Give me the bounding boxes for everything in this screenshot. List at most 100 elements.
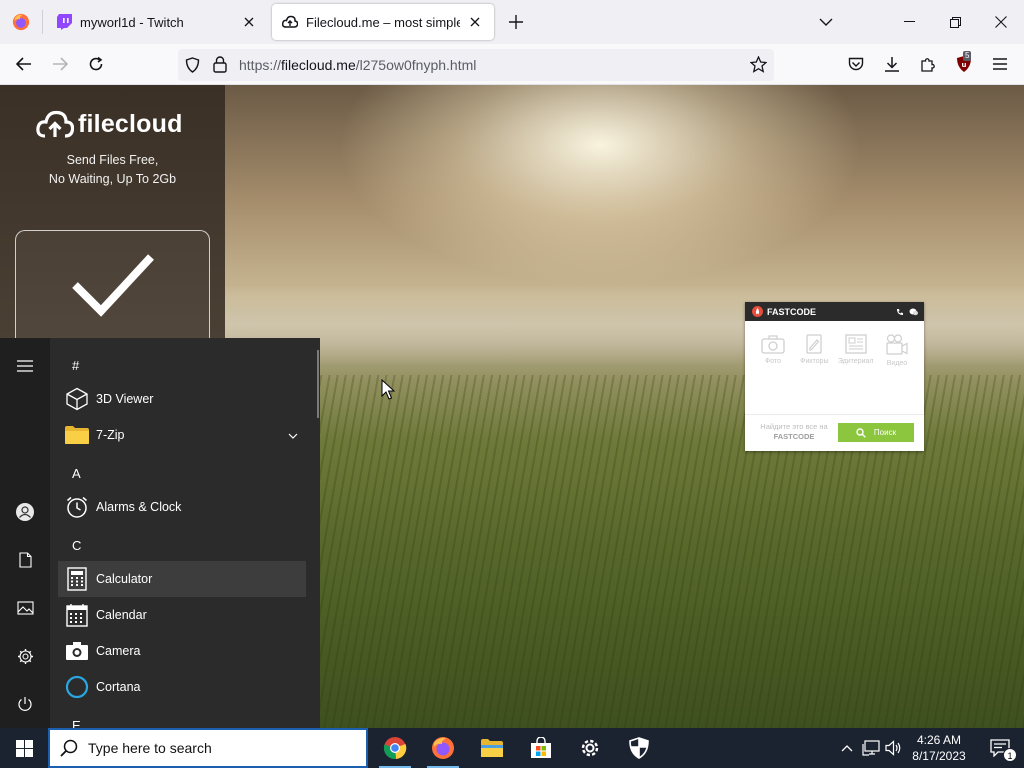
app-3d-viewer[interactable]: 3D Viewer: [58, 381, 306, 417]
tab-twitch[interactable]: myworl1d - Twitch: [46, 4, 268, 40]
network-button[interactable]: [861, 738, 881, 758]
taskbar: Type here to search 4:26 AM 8/17/2023 1: [0, 728, 1024, 768]
start-menu-scrollbar[interactable]: [317, 350, 319, 418]
minimize-button[interactable]: [886, 0, 932, 44]
url-text[interactable]: https://filecloud.me/l275ow0fnyph.html: [239, 57, 476, 73]
windows-logo-icon: [15, 739, 33, 757]
show-hidden-icons-button[interactable]: [837, 738, 857, 758]
taskbar-microsoft-store[interactable]: [517, 728, 565, 768]
start-menu-rail: [0, 338, 50, 728]
camera-icon: [761, 335, 785, 354]
ad-tile-label: Эдитериал: [837, 358, 874, 365]
list-all-tabs-button[interactable]: [812, 8, 840, 36]
store-icon: [531, 737, 551, 758]
bookmark-star-icon[interactable]: [749, 55, 768, 78]
extensions-button[interactable]: [914, 50, 942, 78]
fastcode-ad-widget[interactable]: FASTCODE Фото Фикторы Эдитериал Видео На…: [745, 302, 924, 451]
firefox-view-button[interactable]: [0, 0, 42, 44]
forward-button[interactable]: [46, 50, 74, 78]
restore-button[interactable]: [932, 0, 978, 44]
tracking-protection-shield-icon[interactable]: [185, 57, 200, 78]
tab-close-icon[interactable]: [466, 13, 484, 31]
tab-filecloud[interactable]: Filecloud.me – most simple file: [272, 4, 494, 40]
app-7-zip[interactable]: 7-Zip: [58, 417, 306, 453]
ad-find-text: Найдите это все на FASTCODE: [753, 422, 835, 442]
address-bar[interactable]: https://filecloud.me/l275ow0fnyph.html: [178, 49, 774, 81]
new-tab-button[interactable]: [502, 8, 530, 36]
ad-tile-video[interactable]: Видео: [879, 334, 915, 367]
pictures-button[interactable]: [0, 586, 50, 630]
chevron-up-icon: [841, 744, 853, 751]
network-icon: [862, 740, 880, 756]
taskbar-clock[interactable]: 4:26 AM 8/17/2023: [905, 732, 973, 764]
filecloud-logo[interactable]: filecloud: [36, 109, 183, 139]
app-label: Camera: [96, 644, 141, 658]
group-header[interactable]: E: [72, 718, 81, 728]
action-center-button[interactable]: 1: [976, 728, 1024, 768]
camera-icon: [58, 633, 96, 669]
browser-tabstrip: myworl1d - Twitch Filecloud.me – most si…: [0, 0, 1024, 44]
user-icon: [16, 503, 34, 521]
taskbar-settings[interactable]: [566, 728, 614, 768]
tab-separator: [42, 10, 43, 34]
mouse-pointer-icon: [381, 379, 395, 400]
ublock-extension-button[interactable]: u 5: [950, 50, 978, 78]
close-window-button[interactable]: [978, 0, 1024, 44]
ad-tile-photo[interactable]: Фото: [755, 334, 791, 367]
tab-close-icon[interactable]: [240, 13, 258, 31]
minimize-icon: [903, 21, 915, 22]
reload-button[interactable]: [82, 50, 110, 78]
back-button[interactable]: [10, 50, 38, 78]
filecloud-tagline: Send Files Free, No Waiting, Up To 2Gb: [0, 151, 225, 189]
puzzle-icon: [921, 58, 935, 72]
app-alarms-clock[interactable]: Alarms & Clock: [58, 489, 306, 525]
taskbar-firefox[interactable]: [419, 728, 467, 768]
pocket-button[interactable]: [842, 50, 870, 78]
download-icon: [885, 57, 899, 72]
chevron-down-icon[interactable]: [288, 428, 298, 442]
group-header[interactable]: #: [72, 358, 79, 373]
app-calculator[interactable]: Calculator: [58, 561, 306, 597]
restore-icon: [949, 16, 961, 28]
start-button[interactable]: [0, 728, 48, 768]
app-label: 7-Zip: [96, 428, 125, 442]
ad-find-brand: FASTCODE: [773, 432, 815, 441]
ad-tile-editorial[interactable]: Эдитериал: [838, 334, 874, 367]
app-calendar[interactable]: Calendar: [58, 597, 306, 633]
taskbar-file-explorer[interactable]: [468, 728, 516, 768]
notification-count-badge: 1: [1003, 748, 1017, 762]
ad-search-button[interactable]: Поиск: [838, 423, 914, 442]
cortana-icon: [58, 669, 96, 705]
group-header[interactable]: C: [72, 538, 81, 553]
downloads-button[interactable]: [878, 50, 906, 78]
video-icon: [886, 334, 908, 355]
lock-icon[interactable]: [213, 56, 227, 78]
app-camera[interactable]: Camera: [58, 633, 306, 669]
picture-icon: [16, 601, 34, 615]
cloud-upload-icon: [36, 110, 74, 138]
ad-tile-factors[interactable]: Фикторы: [796, 334, 832, 367]
folder-icon: [58, 417, 96, 453]
document-icon: [18, 552, 32, 568]
alarm-clock-icon: [58, 489, 96, 525]
taskbar-chrome[interactable]: [371, 728, 419, 768]
search-icon: [60, 739, 78, 757]
settings-button[interactable]: [0, 634, 50, 678]
plus-icon: [509, 15, 523, 29]
url-path: /l275ow0fnyph.html: [355, 57, 477, 73]
group-header[interactable]: A: [72, 466, 81, 481]
start-expand-button[interactable]: [0, 344, 50, 388]
app-menu-button[interactable]: [986, 50, 1014, 78]
power-button[interactable]: [0, 682, 50, 726]
pocket-icon: [848, 57, 864, 70]
chrome-icon: [383, 737, 407, 760]
file-explorer-icon: [481, 739, 503, 757]
taskbar-search-box[interactable]: Type here to search: [48, 728, 368, 768]
volume-button[interactable]: [884, 738, 904, 758]
ad-header-icons: [896, 308, 918, 316]
taskbar-windows-security[interactable]: [615, 728, 663, 768]
documents-button[interactable]: [0, 538, 50, 582]
svg-text:u: u: [962, 61, 967, 69]
app-cortana[interactable]: Cortana: [58, 669, 306, 705]
user-account-button[interactable]: [0, 490, 50, 534]
